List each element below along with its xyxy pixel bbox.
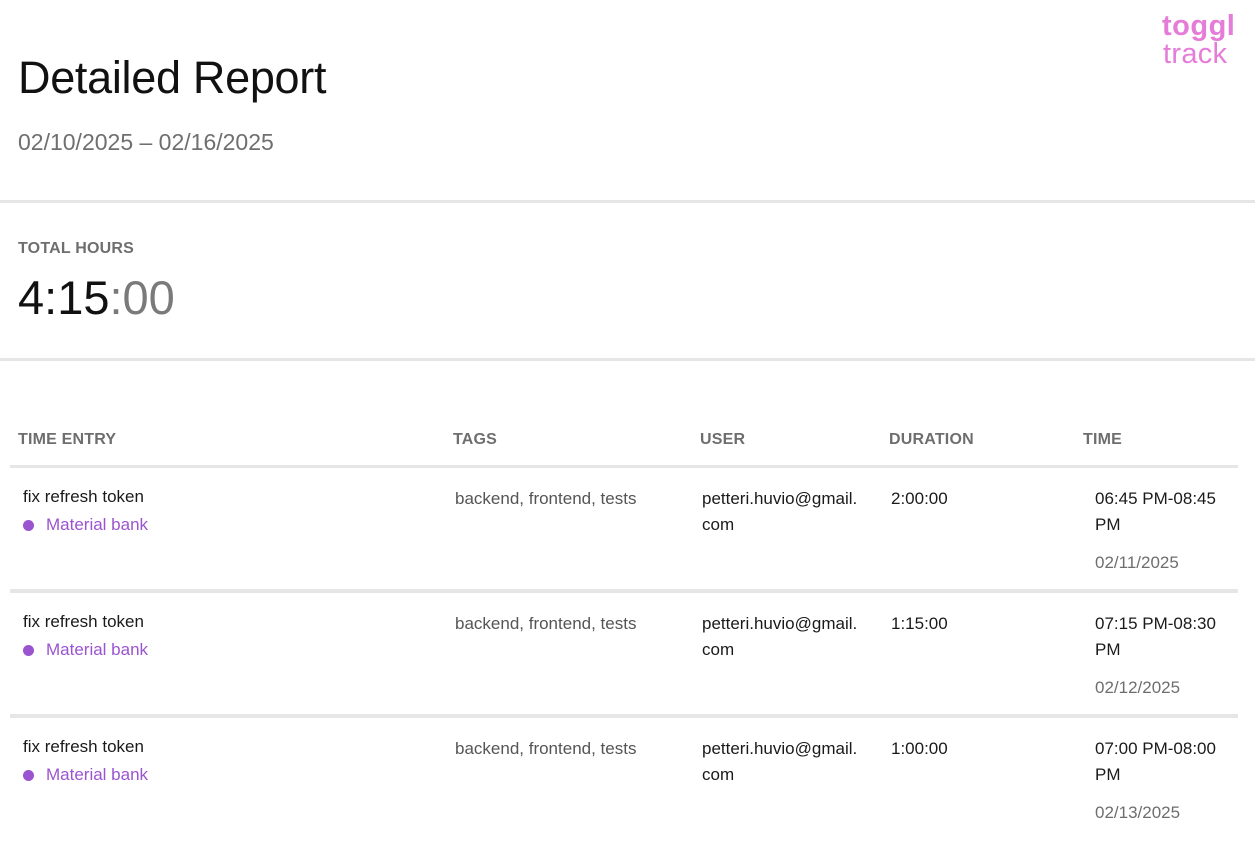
entry-date: 02/11/2025 [1095,553,1179,572]
table-row: fix refresh token Material bank backend,… [10,468,1238,593]
entry-duration: 1:15:00 [891,614,948,633]
column-header-time: TIME [1083,431,1123,448]
entry-user: petteri.huvio@gmail.com [702,739,858,784]
entry-project-name: Material bank [46,640,149,659]
total-hours-label: TOTAL HOURS [18,240,134,257]
entry-project: Material bank [23,762,148,788]
total-hours-main: 4:15 [18,271,110,324]
column-header-user: USER [700,431,746,448]
entry-date: 02/13/2025 [1095,803,1181,822]
project-color-dot [23,520,34,531]
time-entries-table: TIME ENTRY TAGS USER DURATION TIME fix r… [10,428,1238,839]
column-header-time-entry: TIME ENTRY [18,431,117,448]
entry-description: fix refresh token [23,737,144,756]
entry-user: petteri.huvio@gmail.com [702,489,858,534]
entry-tags: backend, frontend, tests [455,614,637,633]
summary-divider [0,358,1255,361]
column-header-duration: DURATION [889,431,974,448]
entry-project-name: Material bank [46,765,149,784]
table-header: TIME ENTRY TAGS USER DURATION TIME [10,428,1238,468]
entry-duration: 1:00:00 [891,739,948,758]
entry-time-range: 06:45 PM-08:45 PM [1095,489,1216,534]
report-date-range: 02/10/2025 – 02/16/2025 [18,129,274,155]
entry-description: fix refresh token [23,487,144,506]
total-hours-seconds: :00 [109,271,175,324]
entry-project: Material bank [23,512,148,538]
entry-time-range: 07:15 PM-08:30 PM [1095,614,1216,659]
table-row: fix refresh token Material bank backend,… [10,593,1238,718]
page-title: Detailed Report [18,52,327,103]
entry-project-name: Material bank [46,515,149,534]
entry-project: Material bank [23,637,148,663]
column-header-tags: TAGS [453,431,498,448]
header-divider [0,200,1255,203]
logo-track-text: track [1163,38,1228,70]
project-color-dot [23,645,34,656]
project-color-dot [23,770,34,781]
entry-duration: 2:00:00 [891,489,948,508]
table-row: fix refresh token Material bank backend,… [10,718,1238,839]
entry-time-range: 07:00 PM-08:00 PM [1095,739,1216,784]
entry-tags: backend, frontend, tests [455,489,637,508]
entry-description: fix refresh token [23,612,144,631]
total-hours-value: 4:15:00 [18,270,175,326]
entry-user: petteri.huvio@gmail.com [702,614,858,659]
toggl-track-logo: toggl track [1162,10,1248,72]
entry-tags: backend, frontend, tests [455,739,637,758]
entry-date: 02/12/2025 [1095,678,1181,697]
